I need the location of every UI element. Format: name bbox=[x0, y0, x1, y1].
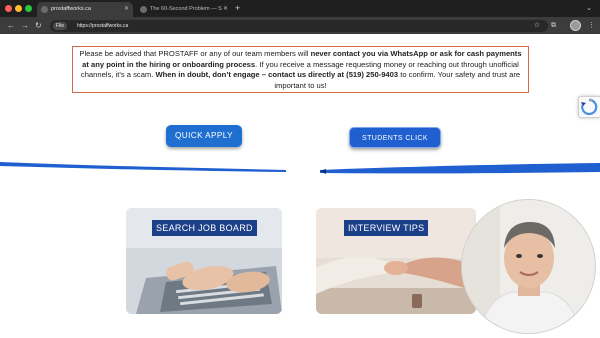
notice-bold-contact: When in doubt, don’t engage – contact us… bbox=[155, 70, 399, 79]
forward-arrow-icon[interactable]: → bbox=[21, 19, 29, 32]
recaptcha-badge[interactable] bbox=[578, 96, 600, 118]
students-click-here-button[interactable]: STUDENTS CLICK HERE! bbox=[349, 127, 441, 163]
tab-title: The 60-Second Problem — S bbox=[150, 6, 222, 12]
window-minimize-button[interactable] bbox=[15, 5, 22, 12]
favicon-icon bbox=[41, 6, 48, 13]
avatar[interactable] bbox=[570, 20, 581, 31]
url-text[interactable]: https://prostaffworks.ca bbox=[77, 20, 128, 32]
favicon-icon bbox=[140, 6, 147, 13]
browser-tab-inactive[interactable]: The 60-Second Problem — S ✕ bbox=[136, 2, 232, 17]
reload-icon[interactable]: ↻ bbox=[35, 19, 42, 32]
window-close-button[interactable] bbox=[5, 5, 12, 12]
search-job-board-label: SEARCH JOB BOARD bbox=[152, 220, 257, 236]
window-maximize-button[interactable] bbox=[25, 5, 32, 12]
extensions-icon[interactable]: ⧉ bbox=[551, 20, 556, 31]
wave-divider bbox=[0, 162, 600, 174]
browser-tab-strip: prostaffworks.ca ✕ The 60-Second Problem… bbox=[0, 0, 600, 17]
file-chip[interactable]: File bbox=[53, 22, 68, 30]
notice-text: Please be advised that PROSTAFF or any o… bbox=[79, 49, 311, 58]
menu-kebab-icon[interactable]: ⋮ bbox=[588, 20, 595, 31]
browser-toolbar: ← → ↻ File https://prostaffworks.ca ☆ ⧉ … bbox=[0, 17, 600, 34]
quick-apply-button[interactable]: QUICK APPLY bbox=[166, 125, 242, 147]
browser-tab-active[interactable]: prostaffworks.ca ✕ bbox=[37, 2, 133, 17]
bookmark-star-icon[interactable]: ☆ bbox=[534, 20, 540, 32]
interview-tips-card[interactable]: INTERVIEW TIPS bbox=[316, 208, 476, 314]
back-arrow-icon[interactable]: ← bbox=[7, 19, 15, 32]
job-board-card[interactable]: SEARCH JOB BOARD bbox=[126, 208, 282, 314]
scam-warning-notice: Please be advised that PROSTAFF or any o… bbox=[72, 46, 529, 93]
address-bar[interactable]: File https://prostaffworks.ca ☆ bbox=[50, 20, 548, 32]
webcam-presenter-overlay bbox=[461, 199, 596, 334]
presenter-image bbox=[462, 200, 595, 333]
plus-icon[interactable]: + bbox=[235, 2, 240, 15]
tab-title: prostaffworks.ca bbox=[51, 6, 91, 12]
recaptcha-icon bbox=[581, 98, 598, 116]
chevron-down-icon[interactable]: ⌄ bbox=[586, 2, 592, 15]
tab-close-icon[interactable]: ✕ bbox=[124, 2, 129, 17]
tab-close-icon[interactable]: ✕ bbox=[223, 2, 228, 17]
interview-tips-label: INTERVIEW TIPS bbox=[344, 220, 429, 236]
